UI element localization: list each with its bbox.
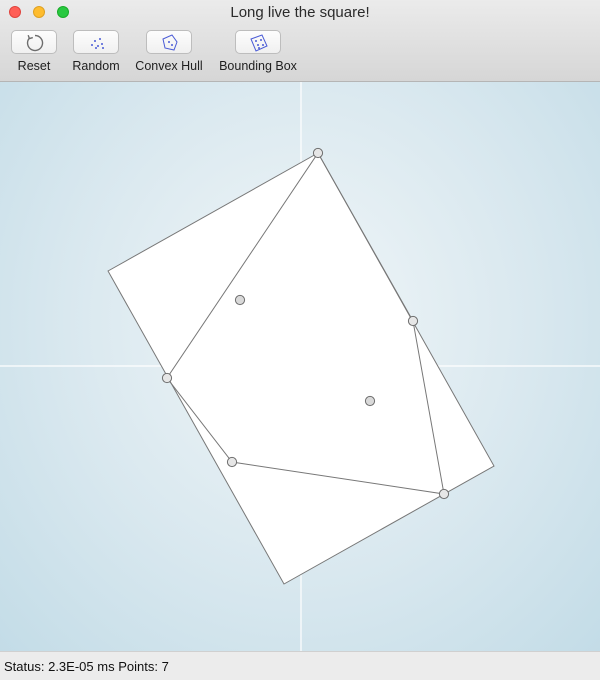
random-tool[interactable]: Random — [72, 30, 120, 73]
geometry-view — [0, 82, 600, 651]
bounding-box-label: Bounding Box — [219, 59, 297, 73]
point[interactable] — [407, 315, 419, 327]
convex-hull-tool[interactable]: Convex Hull — [132, 30, 206, 73]
point[interactable] — [364, 395, 376, 407]
reset-icon — [26, 34, 44, 52]
reset-label: Reset — [17, 59, 51, 73]
reset-button[interactable] — [11, 30, 57, 54]
bounding-box-button[interactable] — [235, 30, 281, 54]
reset-tool[interactable]: Reset — [11, 30, 57, 73]
window-title: Long live the square! — [230, 4, 370, 21]
titlebar: Long live the square! Reset Random Conve… — [0, 0, 600, 82]
bounding-box-shape — [107, 152, 495, 585]
point[interactable] — [226, 456, 238, 468]
point[interactable] — [312, 147, 324, 159]
status-label: Status: — [4, 659, 45, 674]
point[interactable] — [234, 294, 246, 306]
convex-hull-label: Convex Hull — [135, 59, 203, 73]
convex-hull-button[interactable] — [146, 30, 192, 54]
status-bar: Status: 2.3E-05 ms Points: 7 — [0, 651, 600, 680]
app-window: Long live the square! Reset Random Conve… — [0, 0, 600, 680]
points-count: 7 — [161, 659, 169, 674]
bounding-box-tool[interactable]: Bounding Box — [214, 30, 302, 73]
random-button[interactable] — [73, 30, 119, 54]
drawing-canvas[interactable] — [0, 82, 600, 651]
status-time-value: 2.3E-05 ms — [48, 659, 115, 674]
random-label: Random — [72, 59, 120, 73]
convex-hull-icon — [162, 34, 178, 51]
point[interactable] — [438, 488, 450, 500]
random-points-icon — [91, 38, 104, 49]
bounding-box-icon — [250, 34, 268, 52]
point[interactable] — [161, 372, 173, 384]
status-text: Status: 2.3E-05 ms Points: 7 — [4, 659, 169, 674]
points-label: Points: — [118, 659, 158, 674]
